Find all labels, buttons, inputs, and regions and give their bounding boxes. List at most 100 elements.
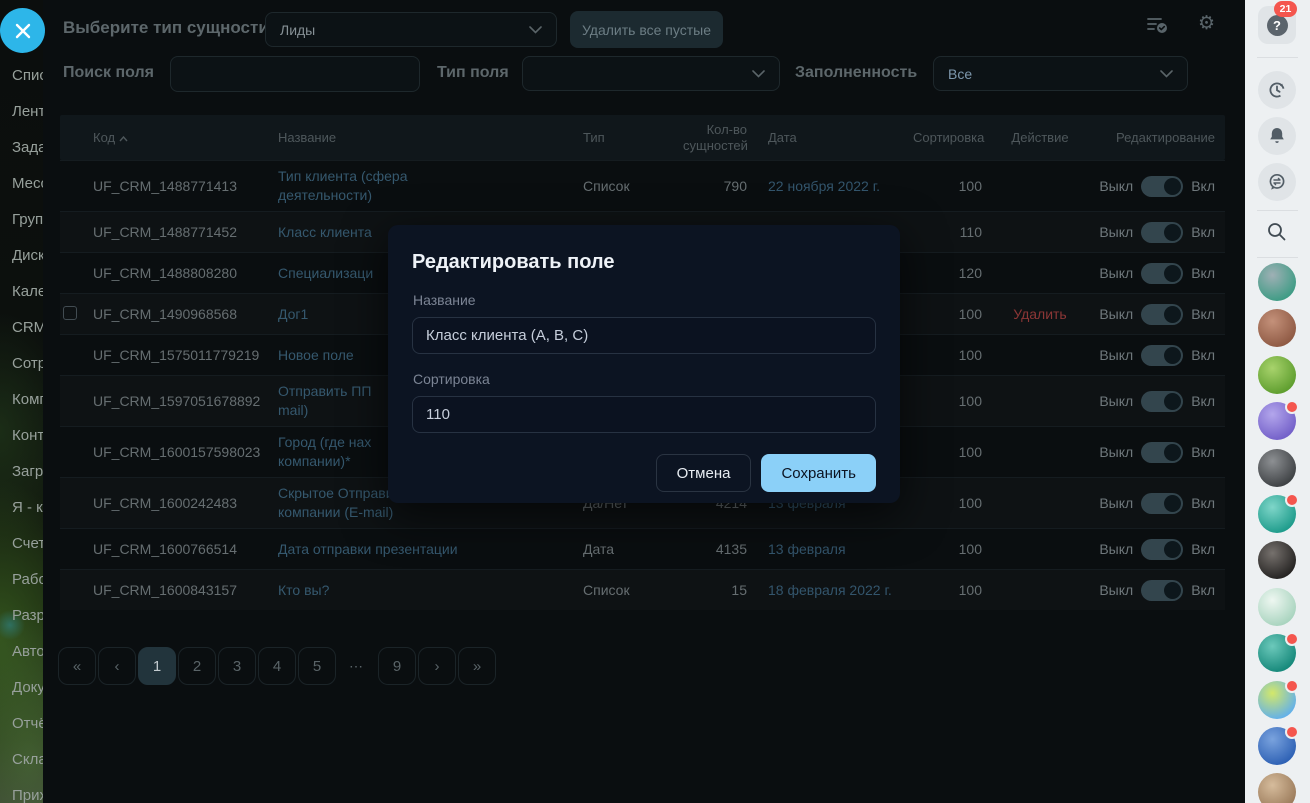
save-button[interactable]: Сохранить — [761, 454, 876, 492]
chat-avatar[interactable] — [1258, 400, 1299, 441]
sidebar-menu-item[interactable]: Счет — [0, 526, 43, 562]
chat-avatar[interactable] — [1258, 773, 1296, 803]
pagination-button[interactable]: 9 — [378, 647, 416, 685]
modal-name-input[interactable] — [412, 317, 876, 354]
sidebar-menu-item[interactable]: Разр — [0, 598, 43, 634]
table-row[interactable]: UF_CRM_1600766514 Дата отправки презента… — [60, 528, 1225, 569]
sidebar-menu-item[interactable]: Зада — [0, 130, 43, 166]
edit-toggle[interactable] — [1141, 262, 1184, 284]
pagination-button[interactable]: « — [58, 647, 96, 685]
field-search-input[interactable] — [170, 56, 420, 92]
pagination-button[interactable]: 5 — [298, 647, 336, 685]
sidebar-menu-item[interactable]: Отчё — [0, 706, 43, 742]
edit-toggle[interactable] — [1141, 221, 1184, 243]
row-checkbox[interactable] — [63, 305, 77, 320]
sidebar-menu-item[interactable]: Груп — [0, 202, 43, 238]
search-button[interactable] — [1266, 221, 1288, 248]
sidebar-menu-item[interactable]: Кале — [0, 274, 43, 310]
chat-avatar[interactable] — [1258, 725, 1299, 765]
close-slider-button[interactable] — [0, 8, 45, 53]
edit-toggle[interactable] — [1141, 175, 1184, 197]
chat-avatar[interactable] — [1258, 493, 1299, 533]
pagination-button[interactable]: 4 — [258, 647, 296, 685]
table-row[interactable]: UF_CRM_1600843157 Кто вы? Список 15 18 ф… — [60, 569, 1225, 610]
time-tracker-button[interactable] — [1258, 71, 1296, 109]
fill-filter-label: Заполненность — [795, 64, 918, 81]
filter-check-icon[interactable] — [1146, 15, 1168, 40]
column-count[interactable]: Кол-во сущностей — [670, 116, 755, 160]
field-type-select[interactable] — [522, 56, 780, 91]
sidebar-menu-item[interactable]: Конт — [0, 418, 43, 454]
sidebar-menu-item[interactable]: Лент — [0, 94, 43, 130]
messenger-button[interactable] — [1258, 163, 1296, 201]
column-name[interactable]: Название — [265, 122, 570, 153]
toggle-on-label: Вкл — [1191, 224, 1215, 240]
chat-avatar[interactable] — [1258, 448, 1296, 487]
edit-toggle[interactable] — [1141, 303, 1184, 325]
sidebar-menu-item[interactable]: Я - к — [0, 490, 43, 526]
sidebar-menu-item[interactable]: Спис — [0, 58, 43, 94]
modal-sort-input[interactable] — [412, 396, 876, 433]
divider — [1257, 257, 1298, 258]
pagination-button[interactable]: 2 — [178, 647, 216, 685]
edit-toggle[interactable] — [1141, 492, 1184, 514]
edit-toggle[interactable] — [1141, 390, 1184, 412]
pagination-button[interactable]: » — [458, 647, 496, 685]
fill-filter-select[interactable]: Все — [933, 56, 1188, 91]
chat-avatar[interactable] — [1258, 263, 1296, 301]
sidebar-menu-item[interactable]: Скла — [0, 742, 43, 778]
chat-avatar[interactable] — [1258, 678, 1299, 719]
pagination-button[interactable]: › — [418, 647, 456, 685]
toggle-off-label: Выкл — [1099, 582, 1134, 598]
sidebar-menu-item[interactable]: Сотр — [0, 346, 43, 382]
chat-avatar[interactable] — [1258, 587, 1296, 626]
delete-link[interactable]: Удалить — [1013, 306, 1066, 322]
chat-avatar[interactable] — [1258, 632, 1299, 673]
chat-avatar[interactable] — [1258, 355, 1296, 394]
sidebar-menu-item[interactable]: Доку — [0, 670, 43, 706]
notifications-button[interactable] — [1258, 117, 1296, 155]
cancel-button[interactable]: Отмена — [655, 454, 752, 492]
table-row[interactable]: UF_CRM_1488771413 Тип клиента (сфера дея… — [60, 160, 1225, 211]
sidebar-menu-item[interactable]: Месс — [0, 166, 43, 202]
column-date[interactable]: Дата — [755, 124, 900, 151]
pagination-button[interactable]: 3 — [218, 647, 256, 685]
gear-icon[interactable]: ⚙ — [1198, 12, 1215, 34]
field-name-link[interactable]: Кто вы? — [265, 575, 570, 606]
pagination-button[interactable]: 1 — [138, 647, 176, 685]
sidebar-menu-item[interactable]: Рабо — [0, 562, 43, 598]
toggle-on-label: Вкл — [1191, 265, 1215, 281]
sidebar-menu-item[interactable]: CRM — [0, 310, 43, 346]
edit-toggle[interactable] — [1141, 579, 1184, 601]
sidebar-menu-item[interactable]: Диск — [0, 238, 43, 274]
column-sort[interactable]: Сортировка — [900, 124, 990, 151]
chat-avatar[interactable] — [1258, 309, 1296, 348]
sidebar-menu-item[interactable]: Комп — [0, 382, 43, 418]
field-name-link[interactable]: Тип клиента (сфера деятельности) — [265, 161, 570, 211]
sidebar-menu-item[interactable]: Авто — [0, 634, 43, 670]
field-sort: 120 — [958, 265, 982, 281]
toggle-off-label: Выкл — [1099, 265, 1134, 281]
edit-toggle[interactable] — [1141, 441, 1184, 463]
chevron-down-icon — [529, 25, 542, 34]
field-name-link[interactable]: Дата отправки презентации — [265, 534, 570, 565]
sidebar-menu-item[interactable]: Загр — [0, 454, 43, 490]
search-icon — [1268, 223, 1286, 241]
delete-all-empty-button[interactable]: Удалить все пустые — [570, 11, 723, 48]
toggle-knob — [1164, 540, 1182, 558]
edit-toggle[interactable] — [1141, 538, 1184, 560]
edit-toggle[interactable] — [1141, 344, 1184, 366]
pagination-button[interactable]: ‹ — [98, 647, 136, 685]
entity-type-select[interactable]: Лиды — [265, 12, 557, 47]
modal-name-label: Название — [413, 292, 476, 308]
chat-avatar[interactable] — [1258, 541, 1296, 580]
toggle-off-label: Выкл — [1099, 306, 1134, 322]
field-count: 4135 — [715, 541, 747, 557]
column-type[interactable]: Тип — [570, 124, 670, 151]
column-code[interactable]: Код — [80, 124, 265, 151]
edit-field-modal: Редактировать поле Название Сортировка О… — [388, 225, 900, 503]
field-count: 790 — [723, 178, 747, 194]
sidebar-menu-item[interactable]: Прих — [0, 778, 43, 803]
field-date: 13 февраля — [768, 541, 846, 557]
unread-badge — [1285, 725, 1299, 739]
